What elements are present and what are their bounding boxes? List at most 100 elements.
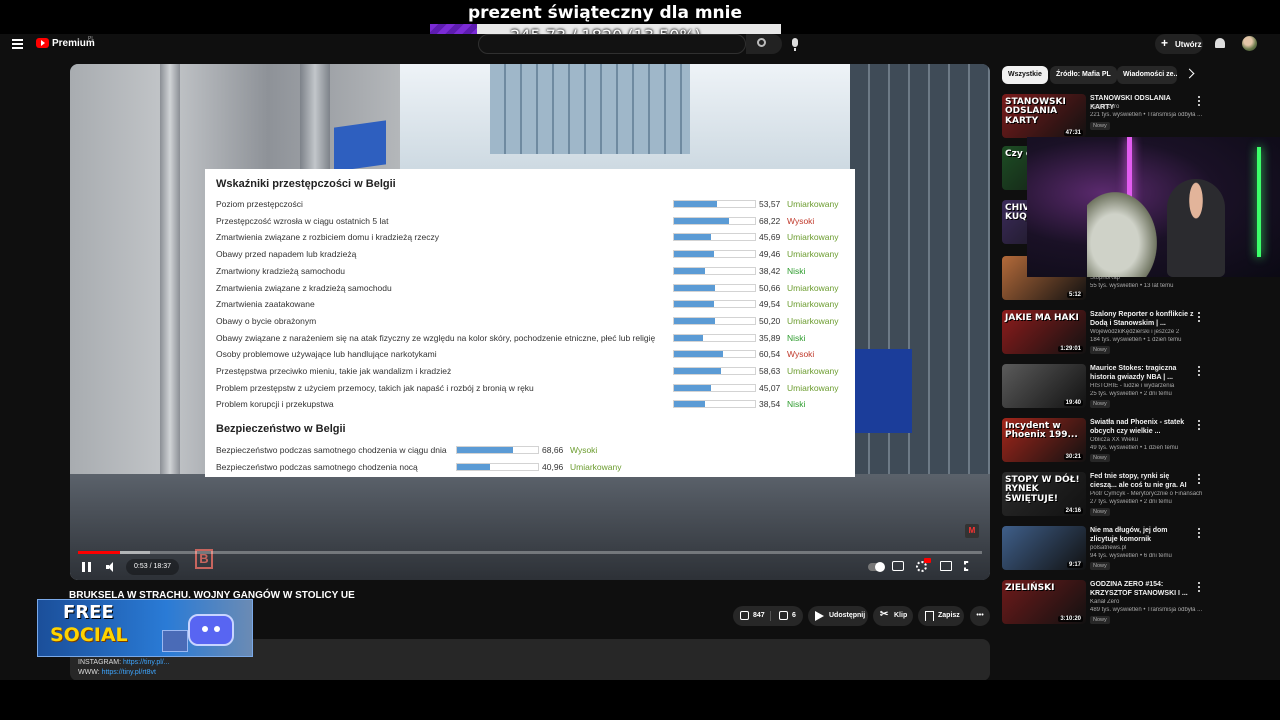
mic-icon[interactable] [792,38,798,51]
bottom-black-bar [0,680,1280,720]
more-vert-icon[interactable] [1198,312,1201,323]
recommended-video[interactable]: STOPY W DÓŁ! RYNEK ŚWIĘTUJE! 24:16 Fed tni… [1002,472,1210,522]
video-title[interactable]: GODZINA ZERO #154: KRZYSZTOF STANOWSKI I… [1090,580,1195,598]
video-title[interactable]: Szalony Reporter o konflikcie z Dodą i S… [1090,310,1195,328]
menu-icon[interactable] [12,39,23,49]
volume-icon[interactable] [106,562,116,572]
more-vert-icon[interactable] [1198,420,1201,431]
video-title[interactable]: Maurice Stokes: tragiczna historia gwiaz… [1090,364,1195,382]
row-label: Przestępczość wzrosła w ciągu ostatnich … [216,215,389,226]
video-title[interactable]: Fed tnie stopy, rynki się cieszą... ale … [1090,472,1195,490]
dislike-count[interactable]: 6 [792,606,796,626]
avatar[interactable] [1242,36,1257,51]
row-bar [673,350,756,359]
progress-played [78,551,121,554]
channel-name[interactable]: Oblicza XX Wieku [1090,437,1210,443]
row-value: 49,46 [759,249,781,260]
desc-link[interactable]: https://tiny.pl/... [123,659,170,666]
channel-name[interactable]: WojewódzkiKędzierski i jeszcze 2 [1090,329,1210,335]
more-actions-button[interactable]: ••• [970,606,990,626]
banner-free-text: FREE [63,602,114,623]
row-label: Zmartwienia zaatakowane [216,299,315,310]
channel-name[interactable]: Piotr Cymcyk - Merytorycznie o Finansach [1090,491,1210,497]
video-thumbnail[interactable]: Incydent w Phoenix 199... 30:21 [1002,418,1086,462]
recommended-video[interactable]: Incydent w Phoenix 199... 30:21 Światła na… [1002,418,1210,468]
search-input[interactable] [478,34,746,54]
video-thumbnail[interactable]: 19:40 [1002,364,1086,408]
row-bar-fill [674,368,722,374]
save-button[interactable]: Zapisz [918,606,964,626]
video-thumbnail[interactable]: 9:17 [1002,526,1086,570]
video-title[interactable]: Nie ma długów, jej dom zlicytuje komorni… [1090,526,1195,544]
row-label: Przestępstwa przeciwko mieniu, takie jak… [216,366,452,376]
miniplayer-icon[interactable] [940,561,952,571]
autoplay-toggle-icon[interactable] [868,562,885,572]
row-bar [673,383,756,392]
row-label: Zmartwiony kradzieżą samochodu [216,265,345,276]
webcam-neon [1257,147,1261,257]
pause-icon[interactable] [82,562,91,572]
new-badge: Nowy [1090,454,1110,462]
share-button[interactable]: Udostępnij [808,606,868,626]
youtube-logo-icon[interactable] [36,38,49,48]
row-bar-fill [674,351,724,358]
row-bar [673,216,756,225]
subtitles-icon[interactable] [892,561,904,571]
row-label: Bezpieczeństwo podczas samotnego chodzen… [216,461,418,472]
recommended-video[interactable]: ZIELIŃSKI 3:10:20 GODZINA ZERO #154: KRZYS… [1002,580,1210,630]
progress-bar[interactable] [78,551,982,554]
chevron-right-icon[interactable] [1184,68,1195,79]
recommended-video[interactable]: JAKIE MA HAKI 1:29:01 Szalony Reporter o k… [1002,310,1210,360]
channel-name[interactable]: Kanał Zero [1090,104,1210,110]
chip-news[interactable]: Wiadomości ze... [1117,66,1177,84]
row-level: Umiarkowany [787,232,839,243]
thumbs-down-icon[interactable] [779,611,788,620]
video-duration: 1:29:01 [1058,346,1083,352]
like-count[interactable]: 847 [753,606,765,626]
video-thumbnail[interactable]: JAKIE MA HAKI 1:29:01 [1002,310,1086,354]
scissors-icon: ✂ [880,609,889,620]
chip-all[interactable]: Wszystkie [1002,66,1048,84]
more-vert-icon[interactable] [1198,366,1201,377]
desc-link[interactable]: https://tiny.pl/rt8vt [102,669,156,676]
channel-watermark[interactable]: M [965,524,979,538]
more-vert-icon[interactable] [1198,582,1201,593]
thumbs-up-icon[interactable] [740,611,749,620]
channel-name[interactable]: Kanał Zero [1090,599,1210,605]
more-vert-icon[interactable] [1198,474,1201,485]
recommended-video[interactable]: 9:17 Nie ma długów, jej dom zlicytuje kom… [1002,526,1210,576]
recommended-video[interactable]: 19:40 Maurice Stokes: tragiczna historia … [1002,364,1210,414]
channel-name[interactable]: polsatnews.pl [1090,545,1210,551]
row-level: Niski [787,332,806,343]
time-display: 0:53 / 18:37 [126,559,179,575]
row-value: 50,20 [759,315,781,326]
row-bar [673,316,756,325]
video-thumbnail[interactable]: STOPY W DÓŁ! RYNEK ŚWIĘTUJE! 24:16 [1002,472,1086,516]
new-badge: Nowy [1090,616,1110,624]
more-vert-icon[interactable] [1198,96,1201,107]
bookmark-icon [925,611,934,621]
video-meta: 184 tys. wyświetleń • 1 dzień temu [1090,337,1182,343]
chip-source[interactable]: Źródło: Mafia PL [1050,66,1117,84]
thumbnail-text: STANOWSKI ODSLANIA KARTY [1005,97,1066,126]
plus-icon: + [1161,36,1169,50]
new-badge: Nowy [1090,562,1110,570]
video-duration: 30:21 [1063,454,1083,460]
discord-icon [188,614,234,646]
channel-name[interactable]: HISTORIE - ludzie i wydarzenia [1090,383,1210,389]
more-vert-icon[interactable] [1198,528,1201,539]
clip-button[interactable]: ✂ Klip [873,606,913,626]
row-value: 68,66 [542,445,564,455]
video-thumbnail[interactable]: STANOWSKI ODSLANIA KARTY 47:31 [1002,94,1086,138]
create-button[interactable]: + Utwórz [1155,34,1203,54]
bell-icon[interactable] [1215,38,1225,48]
row-label: Obawy związane z narażeniem się na atak … [216,332,656,343]
row-bar-fill [674,334,704,341]
row-bar [673,367,756,375]
video-title[interactable]: Światła nad Phoenix - statek obcych czy … [1090,418,1195,436]
thumbnail-text: JAKIE MA HAKI [1005,313,1079,323]
video-player[interactable]: Wskaźniki przestępczości w Belgii Poziom… [70,64,990,580]
row-value: 68,22 [759,215,781,226]
video-thumbnail[interactable]: ZIELIŃSKI 3:10:20 [1002,580,1086,624]
row-level: Umiarkowany [787,315,839,326]
